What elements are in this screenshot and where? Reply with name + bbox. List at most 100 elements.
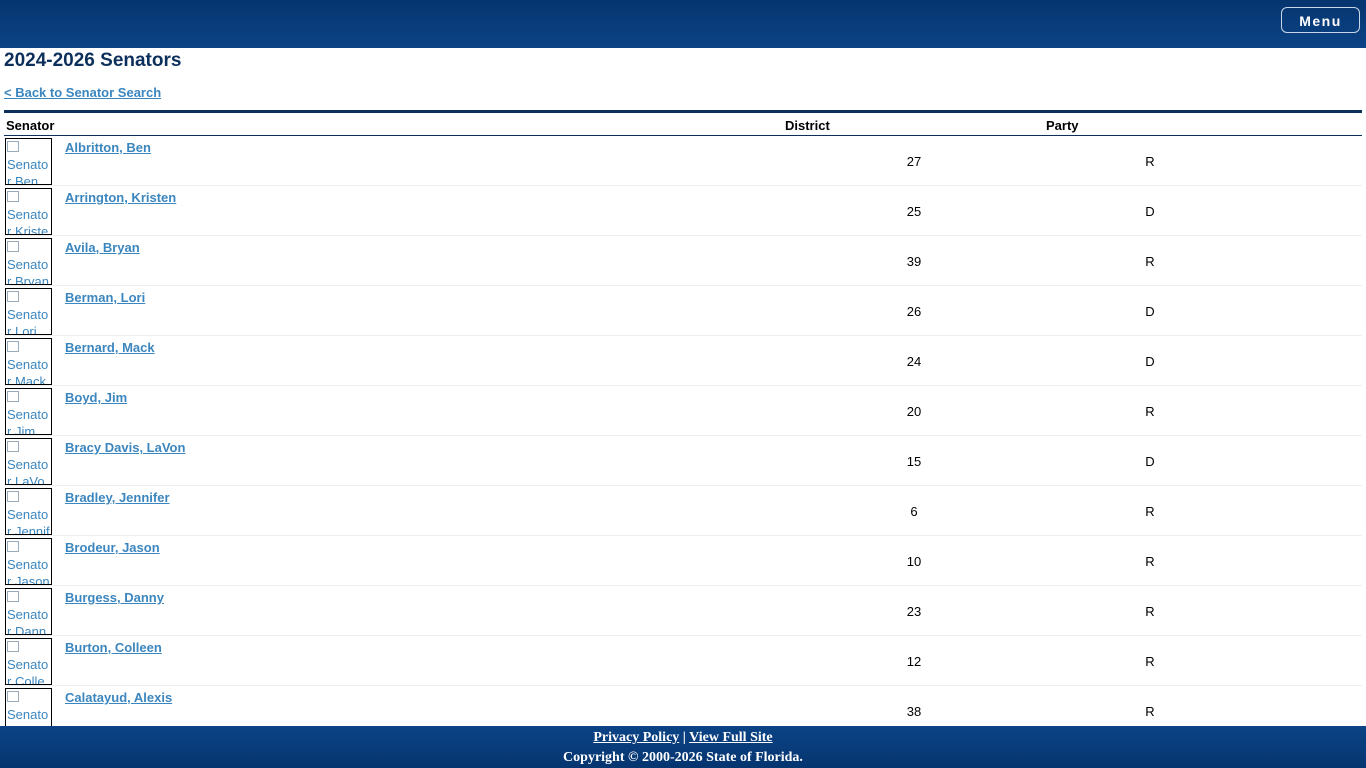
table-row: Senator Kristen Arrington, Kristen 25 D xyxy=(4,186,1362,236)
broken-image-icon xyxy=(7,591,19,602)
table-row: Senator Colleen Burton, Colleen 12 R xyxy=(4,636,1362,686)
senator-name-link[interactable]: Albritton, Ben xyxy=(65,140,151,155)
main-content: 2024-2026 Senators < Back to Senator Sea… xyxy=(4,48,1362,726)
senator-photo[interactable]: Senator Ben xyxy=(5,138,52,185)
party-value: R xyxy=(1145,554,1155,569)
senator-photo[interactable]: Senator Bryan xyxy=(5,238,52,285)
party-value: D xyxy=(1145,454,1155,469)
column-header-district: District xyxy=(785,118,830,133)
photo-alt-text: Senator Lori xyxy=(7,307,49,335)
footer: Privacy Policy | View Full Site Copyrigh… xyxy=(0,726,1366,768)
back-to-senator-search-link[interactable]: < Back to Senator Search xyxy=(4,85,161,100)
senator-photo[interactable]: Senator Kristen xyxy=(5,188,52,235)
table-header: Senator District Party xyxy=(4,113,1362,136)
party-value: D xyxy=(1145,204,1155,219)
footer-separator: | xyxy=(682,730,686,745)
broken-image-icon xyxy=(7,291,19,302)
photo-alt-text: Senator Ben xyxy=(7,157,49,185)
column-header-party: Party xyxy=(1046,118,1079,133)
party-value: R xyxy=(1145,504,1155,519)
broken-image-icon xyxy=(7,441,19,452)
broken-image-icon xyxy=(7,241,19,252)
copyright-text: Copyright © 2000-2026 State of Florida. xyxy=(563,750,803,765)
senator-photo[interactable]: Senator Alexis xyxy=(5,688,52,726)
column-header-senator: Senator xyxy=(6,118,55,133)
top-banner: Menu xyxy=(0,0,1366,48)
senator-photo[interactable]: Senator Lori xyxy=(5,288,52,335)
table-row: Senator Alexis Calatayud, Alexis 38 R xyxy=(4,686,1362,726)
party-value: R xyxy=(1145,254,1155,269)
district-value: 15 xyxy=(906,454,922,469)
senator-photo[interactable]: Senator Jim xyxy=(5,388,52,435)
party-value: R xyxy=(1145,154,1155,169)
broken-image-icon xyxy=(7,141,19,152)
broken-image-icon xyxy=(7,691,19,702)
senator-name-link[interactable]: Calatayud, Alexis xyxy=(65,690,172,705)
broken-image-icon xyxy=(7,541,19,552)
table-row: Senator Mack Bernard, Mack 24 D xyxy=(4,336,1362,386)
district-value: 24 xyxy=(906,354,922,369)
senator-name-link[interactable]: Brodeur, Jason xyxy=(65,540,160,555)
menu-button[interactable]: Menu xyxy=(1281,7,1360,33)
table-row: Senator LaVon Bracy Davis, LaVon 15 D xyxy=(4,436,1362,486)
photo-alt-text: Senator LaVon xyxy=(7,457,49,485)
table-row: Senator Bryan Avila, Bryan 39 R xyxy=(4,236,1362,286)
table-row: Senator Jim Boyd, Jim 20 R xyxy=(4,386,1362,436)
district-value: 6 xyxy=(910,504,918,519)
senator-photo[interactable]: Senator Jason xyxy=(5,538,52,585)
senator-name-link[interactable]: Bracy Davis, LaVon xyxy=(65,440,185,455)
district-value: 20 xyxy=(906,404,922,419)
broken-image-icon xyxy=(7,391,19,402)
table-row: Senator Jennifer Bradley, Jennifer 6 R xyxy=(4,486,1362,536)
photo-alt-text: Senator Jim xyxy=(7,407,49,435)
privacy-policy-link[interactable]: Privacy Policy xyxy=(593,730,679,745)
district-value: 25 xyxy=(906,204,922,219)
page-title: 2024-2026 Senators xyxy=(4,50,182,71)
senator-name-link[interactable]: Berman, Lori xyxy=(65,290,145,305)
broken-image-icon xyxy=(7,341,19,352)
broken-image-icon xyxy=(7,191,19,202)
table-row: Senator Jason Brodeur, Jason 10 R xyxy=(4,536,1362,586)
party-value: R xyxy=(1145,654,1155,669)
senator-name-link[interactable]: Bernard, Mack xyxy=(65,340,155,355)
senator-name-link[interactable]: Arrington, Kristen xyxy=(65,190,176,205)
senator-name-link[interactable]: Boyd, Jim xyxy=(65,390,127,405)
party-value: R xyxy=(1145,404,1155,419)
district-value: 10 xyxy=(906,554,922,569)
party-value: R xyxy=(1145,704,1155,719)
view-full-site-link[interactable]: View Full Site xyxy=(689,730,772,745)
footer-links: Privacy Policy | View Full Site xyxy=(0,726,1366,747)
photo-alt-text: Senator Danny xyxy=(7,607,49,635)
senator-name-link[interactable]: Bradley, Jennifer xyxy=(65,490,170,505)
senator-photo[interactable]: Senator Colleen xyxy=(5,638,52,685)
photo-alt-text: Senator Colleen xyxy=(7,657,49,685)
broken-image-icon xyxy=(7,491,19,502)
senator-name-link[interactable]: Burton, Colleen xyxy=(65,640,162,655)
table-row: Senator Ben Albritton, Ben 27 R xyxy=(4,136,1362,186)
party-value: D xyxy=(1145,354,1155,369)
senator-name-link[interactable]: Burgess, Danny xyxy=(65,590,164,605)
senator-photo[interactable]: Senator LaVon xyxy=(5,438,52,485)
senator-list: Senator Ben Albritton, Ben 27 R Senator Kris… xyxy=(4,136,1362,726)
photo-alt-text: Senator Mack xyxy=(7,357,49,385)
senator-photo[interactable]: Senator Jennifer xyxy=(5,488,52,535)
district-value: 38 xyxy=(906,704,922,719)
senator-name-link[interactable]: Avila, Bryan xyxy=(65,240,140,255)
photo-alt-text: Senator Jason xyxy=(7,557,50,585)
broken-image-icon xyxy=(7,641,19,652)
photo-alt-text: Senator Alexis xyxy=(7,707,49,726)
photo-alt-text: Senator Bryan xyxy=(7,257,49,285)
photo-alt-text: Senator Kristen xyxy=(7,207,49,235)
table-row: Senator Lori Berman, Lori 26 D xyxy=(4,286,1362,336)
party-value: R xyxy=(1145,604,1155,619)
district-value: 12 xyxy=(906,654,922,669)
district-value: 26 xyxy=(906,304,922,319)
district-value: 23 xyxy=(906,604,922,619)
senator-photo[interactable]: Senator Danny xyxy=(5,588,52,635)
photo-alt-text: Senator Jennifer xyxy=(7,507,50,535)
district-value: 27 xyxy=(906,154,922,169)
party-value: D xyxy=(1145,304,1155,319)
district-value: 39 xyxy=(906,254,922,269)
table-row: Senator Danny Burgess, Danny 23 R xyxy=(4,586,1362,636)
senator-photo[interactable]: Senator Mack xyxy=(5,338,52,385)
